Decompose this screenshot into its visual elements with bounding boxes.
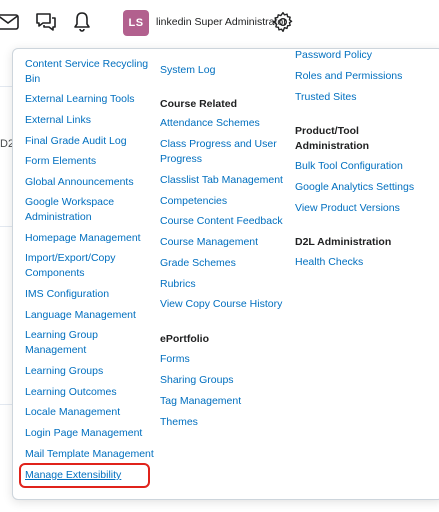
menu-link-course-content-feedback[interactable]: Course Content Feedback bbox=[160, 214, 283, 229]
top-navbar: LS linkedin Super Administrator bbox=[0, 0, 439, 46]
section-heading-d2l-administration: D2L Administration bbox=[295, 236, 392, 248]
admin-tools-dropdown: Content Service Recycling Bin External L… bbox=[12, 48, 439, 500]
section-heading-eportfolio: ePortfolio bbox=[160, 333, 209, 345]
menu-link-global-announcements[interactable]: Global Announcements bbox=[25, 175, 134, 190]
menu-link-external-learning-tools[interactable]: External Learning Tools bbox=[25, 92, 135, 107]
menu-link-trusted-sites[interactable]: Trusted Sites bbox=[295, 90, 356, 105]
menu-link-google-workspace-administration[interactable]: Google Workspace Administration bbox=[25, 195, 160, 225]
menu-link-external-links[interactable]: External Links bbox=[25, 113, 91, 128]
menu-link-grade-schemes[interactable]: Grade Schemes bbox=[160, 256, 236, 271]
menu-link-password-policy[interactable]: Password Policy bbox=[295, 49, 372, 63]
bell-icon[interactable] bbox=[70, 10, 94, 34]
section-heading-course-related: Course Related bbox=[160, 98, 238, 110]
menu-link-import-export-copy-components[interactable]: Import/Export/Copy Components bbox=[25, 251, 160, 281]
section-heading-product-tool-administration: Product/Tool Administration bbox=[295, 125, 370, 152]
menu-link-classlist-tab-management[interactable]: Classlist Tab Management bbox=[160, 173, 283, 188]
mail-icon[interactable] bbox=[0, 10, 20, 34]
menu-link-themes[interactable]: Themes bbox=[160, 415, 198, 430]
menu-link-learning-groups[interactable]: Learning Groups bbox=[25, 364, 103, 379]
highlight-box bbox=[19, 463, 150, 488]
chat-icon[interactable] bbox=[34, 10, 58, 34]
menu-link-sharing-groups[interactable]: Sharing Groups bbox=[160, 373, 234, 388]
menu-link-view-copy-course-history[interactable]: View Copy Course History bbox=[160, 297, 282, 312]
menu-link-language-management[interactable]: Language Management bbox=[25, 308, 136, 323]
menu-link-course-management[interactable]: Course Management bbox=[160, 235, 258, 250]
menu-link-google-analytics-settings[interactable]: Google Analytics Settings bbox=[295, 180, 414, 195]
menu-link-final-grade-audit-log[interactable]: Final Grade Audit Log bbox=[25, 134, 127, 149]
menu-link-view-product-versions[interactable]: View Product Versions bbox=[295, 201, 400, 216]
user-name[interactable]: linkedin Super Administrator bbox=[156, 16, 287, 28]
menu-link-content-service-recycling-bin[interactable]: Content Service Recycling Bin bbox=[25, 57, 160, 87]
menu-link-forms[interactable]: Forms bbox=[160, 352, 190, 367]
menu-link-learning-group-management[interactable]: Learning Group Management bbox=[25, 328, 160, 358]
menu-link-ims-configuration[interactable]: IMS Configuration bbox=[25, 287, 109, 302]
menu-link-attendance-schemes[interactable]: Attendance Schemes bbox=[160, 116, 260, 131]
menu-link-tag-management[interactable]: Tag Management bbox=[160, 394, 241, 409]
menu-link-homepage-management[interactable]: Homepage Management bbox=[25, 231, 141, 246]
menu-link-login-page-management[interactable]: Login Page Management bbox=[25, 426, 142, 441]
gear-icon[interactable] bbox=[271, 10, 295, 34]
menu-link-roles-and-permissions[interactable]: Roles and Permissions bbox=[295, 69, 402, 84]
menu-link-system-log[interactable]: System Log bbox=[160, 63, 215, 78]
menu-link-rubrics[interactable]: Rubrics bbox=[160, 277, 196, 292]
menu-link-form-elements[interactable]: Form Elements bbox=[25, 154, 96, 169]
menu-link-locale-management[interactable]: Locale Management bbox=[25, 405, 120, 420]
menu-link-health-checks[interactable]: Health Checks bbox=[295, 255, 363, 270]
menu-link-bulk-tool-configuration[interactable]: Bulk Tool Configuration bbox=[295, 159, 403, 174]
menu-link-mail-template-management[interactable]: Mail Template Management bbox=[25, 447, 154, 462]
avatar[interactable]: LS bbox=[123, 10, 149, 36]
menu-link-competencies[interactable]: Competencies bbox=[160, 194, 227, 209]
menu-link-learning-outcomes[interactable]: Learning Outcomes bbox=[25, 385, 117, 400]
menu-link-class-progress-and-user-progress[interactable]: Class Progress and User Progress bbox=[160, 137, 278, 167]
